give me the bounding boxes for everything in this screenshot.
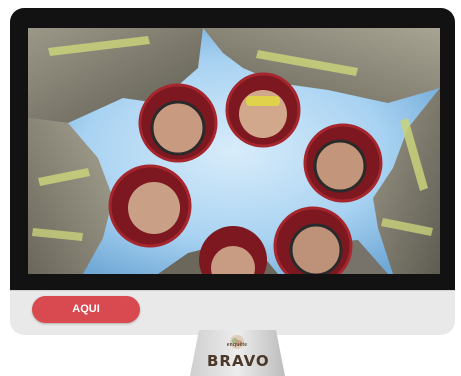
firefighters-huddle-photo xyxy=(28,28,440,274)
logo-main-text: BRAVO xyxy=(207,352,270,370)
monitor-screen xyxy=(28,28,440,274)
desktop-monitor: AQUI xyxy=(10,8,455,335)
aqui-button[interactable]: AQUI xyxy=(32,296,140,323)
bravo-logo: enquête BRAVO xyxy=(207,335,270,374)
logo-small-text: enquête xyxy=(226,342,248,348)
monitor-bezel xyxy=(10,8,455,290)
monitor-chin: AQUI xyxy=(10,290,455,335)
